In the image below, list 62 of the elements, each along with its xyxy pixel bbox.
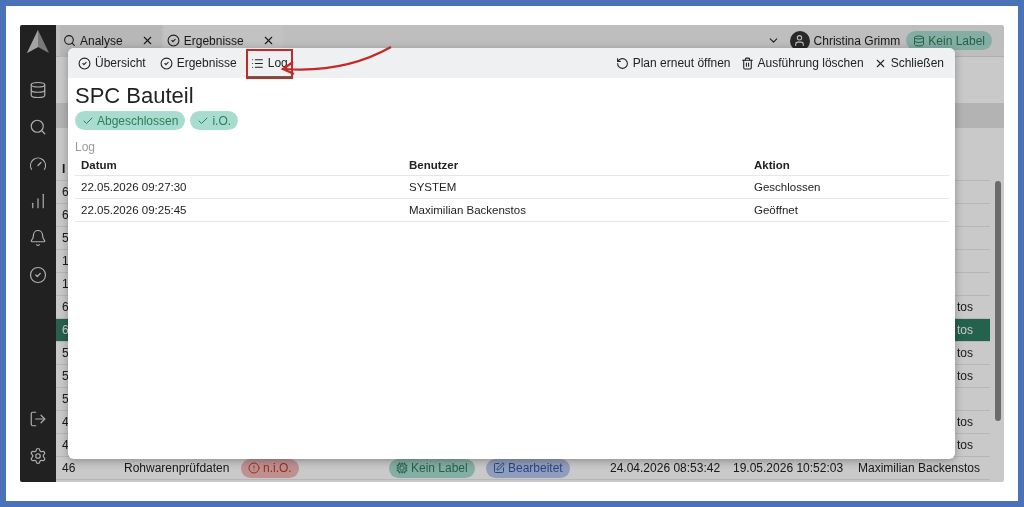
database-icon[interactable] bbox=[29, 80, 47, 99]
check-circle-icon[interactable] bbox=[29, 265, 47, 284]
table-cell-text: tos bbox=[956, 438, 974, 452]
search-icon bbox=[63, 34, 76, 47]
table-cell: 5 bbox=[62, 369, 69, 383]
column-header: Datum bbox=[81, 158, 117, 171]
table-cell: Geöffnet bbox=[754, 204, 798, 216]
search-icon[interactable] bbox=[29, 117, 47, 136]
gauge-icon[interactable] bbox=[29, 154, 47, 173]
check-circle-icon bbox=[159, 56, 173, 70]
alert-icon bbox=[248, 462, 260, 474]
table-cell: 22.05.2026 09:25:45 bbox=[81, 204, 187, 216]
edit-icon bbox=[493, 462, 505, 474]
avatar-icon[interactable] bbox=[789, 30, 810, 51]
logout-icon[interactable] bbox=[29, 409, 47, 428]
action-button[interactable]: Plan erneut öffnen bbox=[610, 56, 736, 70]
table-cell: SYSTEM bbox=[409, 181, 457, 193]
action-button[interactable]: Schließen bbox=[868, 56, 949, 70]
check-circle-icon bbox=[166, 34, 180, 47]
dialog-title: SPC Bauteil bbox=[75, 82, 195, 110]
table-cell-text: 24.04.2026 08:53:42 bbox=[609, 461, 721, 475]
table-cell: Geschlossen bbox=[754, 181, 821, 193]
logo-icon[interactable] bbox=[26, 29, 50, 55]
table-cell: 5 bbox=[62, 231, 69, 245]
status-badge: Abgeschlossen bbox=[75, 111, 186, 130]
table-cell: 1 bbox=[62, 254, 69, 268]
trash-icon bbox=[740, 56, 754, 70]
bar-chart-icon[interactable] bbox=[29, 191, 47, 210]
table-cell: 6 bbox=[62, 323, 69, 337]
list-icon bbox=[250, 56, 264, 70]
table-cell: 4 bbox=[62, 415, 69, 429]
column-header: I bbox=[62, 162, 66, 176]
table-cell-text: tos bbox=[956, 346, 974, 360]
table-cell: 22.05.2026 09:27:30 bbox=[81, 181, 187, 193]
table-cell: 6 bbox=[62, 300, 69, 314]
undo-icon bbox=[615, 56, 629, 70]
column-header: Benutzer bbox=[409, 158, 459, 171]
database-icon bbox=[913, 34, 926, 47]
table-cell: 19.05.2026 10:52:03 bbox=[733, 461, 844, 475]
table-cell: 46 bbox=[62, 461, 76, 475]
chip-icon bbox=[396, 462, 408, 474]
table-cell: 1 bbox=[62, 277, 69, 291]
check-circle-icon bbox=[78, 56, 91, 70]
table-cell: 6 bbox=[62, 208, 69, 222]
action-button[interactable]: Ausführung löschen bbox=[735, 56, 869, 70]
settings-icon[interactable] bbox=[29, 446, 47, 465]
table-cell: 5 bbox=[62, 392, 69, 406]
table-cell: Maximilian Backenstos bbox=[409, 204, 526, 216]
table-cell-text: tos bbox=[956, 415, 974, 429]
table-cell-text: tos bbox=[956, 323, 974, 337]
bell-icon[interactable] bbox=[29, 228, 47, 247]
table-cell: 5 bbox=[62, 346, 69, 360]
user-name: Christina Grimm bbox=[813, 33, 901, 48]
table-cell: Maximilian Backenstos bbox=[858, 461, 981, 475]
table-cell-text: tos bbox=[956, 369, 974, 383]
section-label: Log bbox=[75, 140, 97, 154]
status-badge: i.O. bbox=[190, 111, 239, 130]
table-cell-text: tos bbox=[956, 300, 974, 314]
column-header: Aktion bbox=[754, 158, 790, 171]
table-cell: Rohwarenprüfdaten bbox=[124, 461, 230, 475]
table-cell: 6 bbox=[62, 185, 69, 199]
table-cell: 4 bbox=[62, 438, 69, 452]
